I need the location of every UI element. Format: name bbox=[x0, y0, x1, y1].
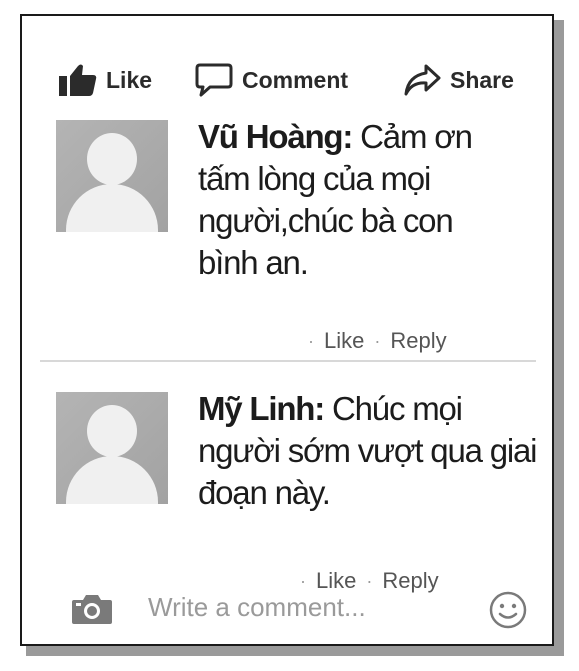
comment-author[interactable]: Mỹ Linh: bbox=[198, 390, 325, 427]
share-arrow-icon bbox=[404, 64, 441, 96]
avatar-body-shape bbox=[66, 184, 158, 232]
emoji-icon[interactable] bbox=[488, 590, 528, 630]
comment-like-link[interactable]: Like bbox=[324, 328, 364, 354]
comment-label: Comment bbox=[242, 66, 349, 93]
comment-reply-link[interactable]: Reply bbox=[390, 328, 446, 354]
like-label: Like bbox=[106, 66, 153, 93]
avatar[interactable] bbox=[56, 120, 168, 232]
avatar-head-shape bbox=[87, 405, 137, 457]
separator-dot: · bbox=[308, 330, 314, 351]
separator-dot: · bbox=[374, 330, 381, 351]
comment-actions: · Like · Reply bbox=[298, 328, 447, 354]
camera-icon[interactable] bbox=[70, 592, 114, 626]
post-action-bar: Like Comment Share bbox=[22, 62, 552, 98]
comment-divider bbox=[40, 360, 536, 362]
comment-item: Mỹ Linh: Chúc mọi người sớm vượt qua gia… bbox=[22, 388, 552, 593]
comment-text: Mỹ Linh: Chúc mọi người sớm vượt qua gia… bbox=[198, 388, 538, 514]
speech-bubble-icon bbox=[195, 63, 233, 97]
comment-author[interactable]: Vũ Hoàng: bbox=[198, 118, 353, 155]
avatar-head-shape bbox=[87, 133, 137, 185]
comment-button[interactable]: Comment bbox=[194, 62, 348, 98]
comment-input[interactable]: Write a comment... bbox=[148, 590, 468, 624]
avatar[interactable] bbox=[56, 392, 168, 504]
like-button[interactable]: Like bbox=[58, 62, 152, 98]
comment-text: Vũ Hoàng: Cảm ơn tấm lòng của mọi người,… bbox=[198, 116, 498, 284]
avatar-body-shape bbox=[66, 456, 158, 504]
thumbs-up-icon bbox=[59, 64, 97, 96]
share-button[interactable]: Share bbox=[402, 62, 514, 98]
comment-composer: Write a comment... bbox=[22, 588, 552, 630]
comment-item: Vũ Hoàng: Cảm ơn tấm lòng của mọi người,… bbox=[22, 116, 552, 364]
facebook-post-card: Like Comment Share Vũ Hoàng: Cảm ơn tấm … bbox=[20, 14, 554, 646]
share-label: Share bbox=[450, 66, 514, 93]
